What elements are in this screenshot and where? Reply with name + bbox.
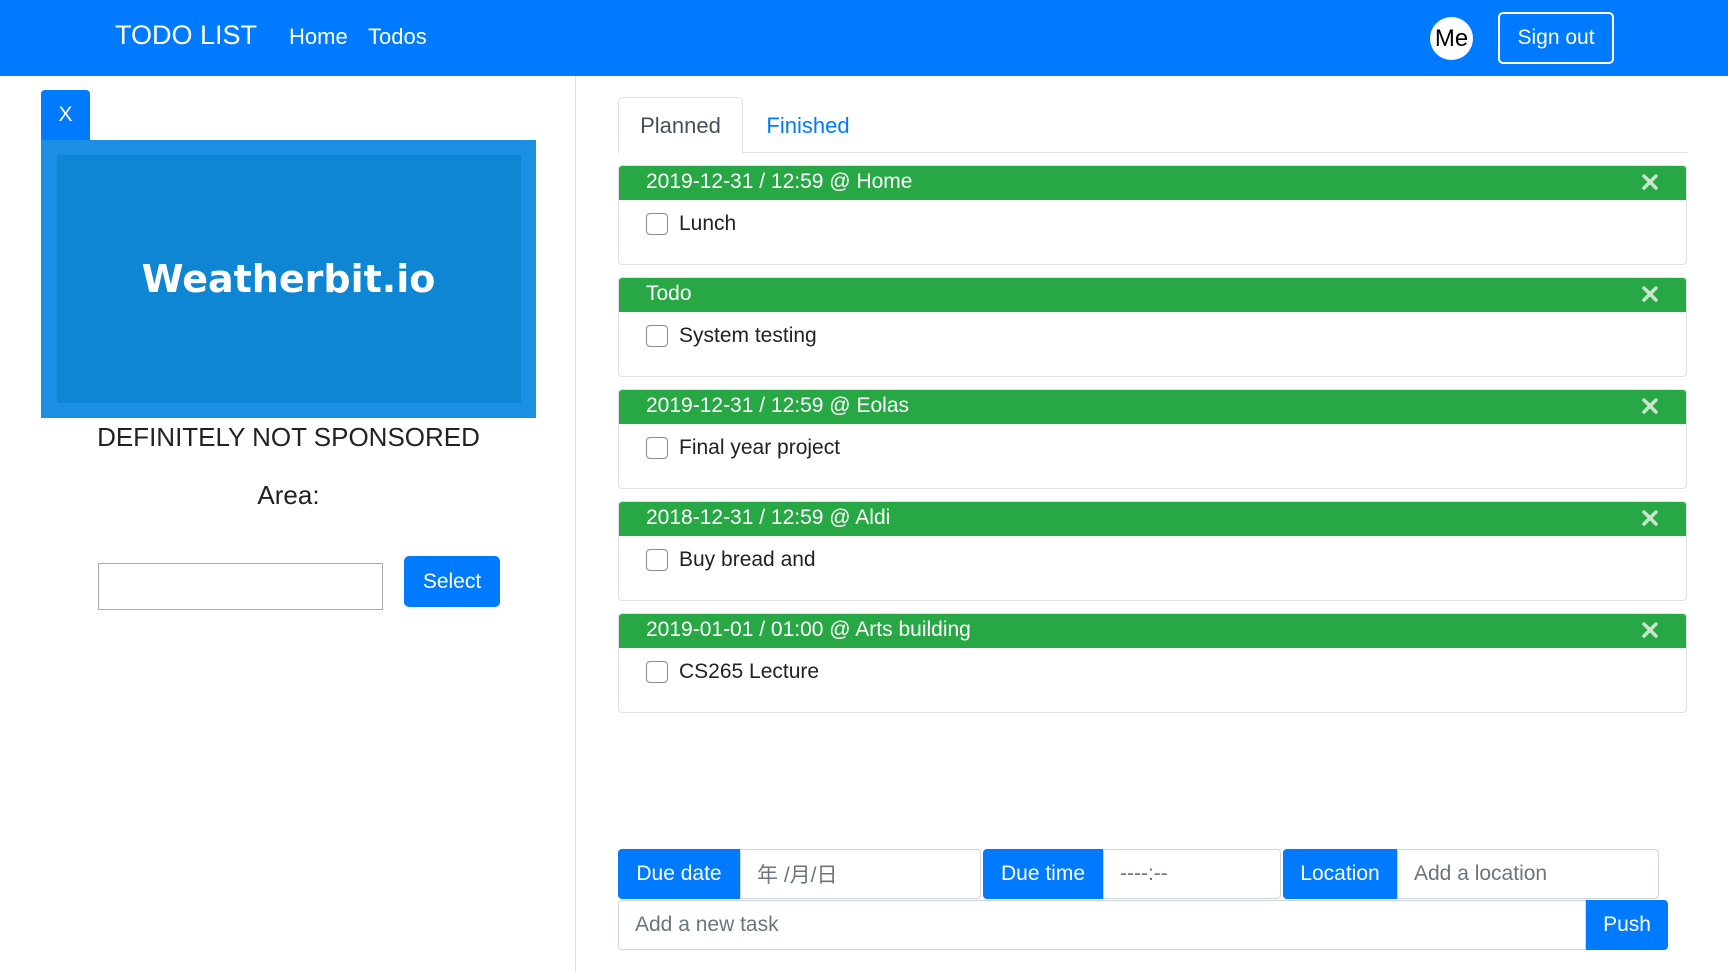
todo-card-header: 2018-12-31 / 12:59 @ Aldi <box>619 502 1686 536</box>
todo-checkbox[interactable] <box>646 437 668 459</box>
todo-task-text: Final year project <box>679 436 841 459</box>
todo-card: 2019-12-31 / 12:59 @ Eolas Final year pr… <box>618 389 1687 489</box>
todo-due-info: 2019-12-31 / 12:59 @ Home <box>646 170 913 193</box>
delete-todo-icon[interactable] <box>1640 508 1660 528</box>
select-area-button[interactable]: Select <box>404 556 500 607</box>
delete-todo-icon[interactable] <box>1640 396 1660 416</box>
due-time-input[interactable]: ----:-- <box>1103 849 1281 899</box>
delete-todo-icon[interactable] <box>1640 620 1660 640</box>
due-time-label: Due time <box>983 849 1103 899</box>
todo-tabs: Planned Finished <box>618 97 1687 154</box>
nav-link-home[interactable]: Home <box>289 24 348 50</box>
todo-card-header: Todo <box>619 278 1686 312</box>
tab-planned[interactable]: Planned <box>618 97 743 154</box>
todo-card-body: Lunch <box>646 212 736 236</box>
sponsor-disclaimer: DEFINITELY NOT SPONSORED <box>97 422 480 452</box>
todo-checkbox[interactable] <box>646 549 668 571</box>
todo-due-info: 2019-01-01 / 01:00 @ Arts building <box>646 618 971 641</box>
area-input[interactable] <box>98 563 383 610</box>
todo-card-body: System testing <box>646 324 817 348</box>
due-date-input[interactable]: 年 /月/日 <box>740 849 981 899</box>
close-ad-button[interactable]: X <box>41 90 90 140</box>
todo-card: Todo System testing <box>618 277 1687 377</box>
tab-finished[interactable]: Finished <box>748 97 868 154</box>
location-group: Location Add a location <box>1283 849 1659 899</box>
todo-card-body: CS265 Lecture <box>646 660 819 684</box>
todo-card-body: Final year project <box>646 436 840 460</box>
due-time-group: Due time ----:-- <box>983 849 1281 899</box>
todo-card-header: 2019-12-31 / 12:59 @ Home <box>619 166 1686 200</box>
todo-task-text: Lunch <box>679 212 737 235</box>
new-task-input[interactable]: Add a new task <box>618 900 1586 950</box>
weatherbit-logo: Weatherbit.io <box>141 257 436 301</box>
user-avatar[interactable]: Me <box>1430 17 1473 60</box>
todo-checkbox[interactable] <box>646 325 668 347</box>
todo-due-info: Todo <box>646 282 692 305</box>
brand-title[interactable]: TODO LIST <box>115 20 257 51</box>
location-input[interactable]: Add a location <box>1397 849 1659 899</box>
sign-out-button[interactable]: Sign out <box>1498 12 1614 64</box>
weather-sidebar: X Weatherbit.io DEFINITELY NOT SPONSORED… <box>0 76 576 972</box>
todo-due-info: 2018-12-31 / 12:59 @ Aldi <box>646 506 891 529</box>
todo-card-header: 2019-12-31 / 12:59 @ Eolas <box>619 390 1686 424</box>
push-task-button[interactable]: Push <box>1586 900 1668 950</box>
due-date-label: Due date <box>618 849 740 899</box>
todo-task-text: System testing <box>679 324 817 347</box>
todo-card: 2018-12-31 / 12:59 @ Aldi Buy bread and <box>618 501 1687 601</box>
todo-checkbox[interactable] <box>646 213 668 235</box>
todo-card-header: 2019-01-01 / 01:00 @ Arts building <box>619 614 1686 648</box>
location-label: Location <box>1283 849 1397 899</box>
todo-checkbox[interactable] <box>646 661 668 683</box>
todo-card-body: Buy bread and <box>646 548 816 572</box>
weather-ad-banner[interactable]: Weatherbit.io <box>41 140 536 418</box>
todo-card: 2019-01-01 / 01:00 @ Arts building CS265… <box>618 613 1687 713</box>
todo-task-text: CS265 Lecture <box>679 660 820 683</box>
weather-ad-inner: Weatherbit.io <box>56 155 521 403</box>
todo-task-text: Buy bread and <box>679 548 816 571</box>
area-label: Area: <box>257 480 320 510</box>
todo-card: 2019-12-31 / 12:59 @ Home Lunch <box>618 165 1687 265</box>
delete-todo-icon[interactable] <box>1640 172 1660 192</box>
navbar: TODO LIST Home Todos Me Sign out <box>0 0 1728 76</box>
due-date-group: Due date 年 /月/日 <box>618 849 981 899</box>
nav-link-todos[interactable]: Todos <box>368 24 427 50</box>
delete-todo-icon[interactable] <box>1640 284 1660 304</box>
todo-due-info: 2019-12-31 / 12:59 @ Eolas <box>646 394 909 417</box>
